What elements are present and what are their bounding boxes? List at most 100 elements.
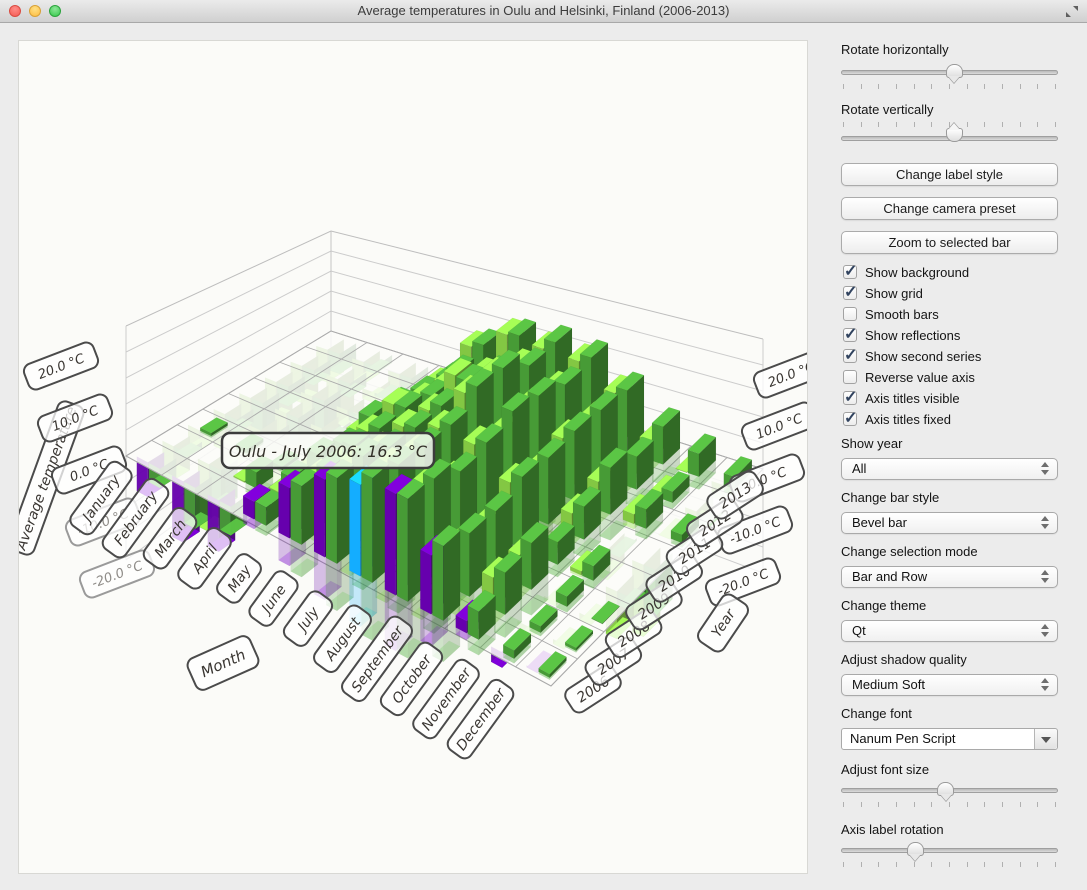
tick-mark xyxy=(878,122,879,127)
show-year-label: Show year xyxy=(841,436,1058,451)
bar-chart-3d[interactable]: Average temperature20.0 °C10.0 °C0.0 °C-… xyxy=(19,41,807,873)
checkbox-label: Axis titles fixed xyxy=(865,412,951,427)
bar-style-select[interactable]: Bevel bar xyxy=(841,512,1058,534)
slider-handle[interactable] xyxy=(907,842,924,856)
theme-select[interactable]: Qt xyxy=(841,620,1058,642)
shadow-quality-select[interactable]: Medium Soft xyxy=(841,674,1058,696)
tick-mark xyxy=(914,802,915,807)
value-axis-label-left: 20.0 °C xyxy=(22,340,101,392)
select-arrows-icon xyxy=(1041,678,1050,691)
zoom-to-selected-bar-button[interactable]: Zoom to selected bar xyxy=(841,231,1058,254)
checkbox-show-grid[interactable]: Show grid xyxy=(843,284,923,302)
change-theme-label: Change theme xyxy=(841,598,1058,613)
tick-mark xyxy=(1037,862,1038,867)
fullscreen-icon[interactable] xyxy=(1065,5,1079,23)
checkbox-axis-titles-fixed[interactable]: Axis titles fixed xyxy=(843,410,951,428)
slider-ticks xyxy=(843,84,1056,89)
select-value: All xyxy=(852,461,866,476)
tick-mark xyxy=(1055,84,1056,89)
tick-mark xyxy=(896,862,897,867)
tick-mark xyxy=(843,84,844,89)
rotate-horizontal-label: Rotate horizontally xyxy=(841,42,1058,57)
checkbox-box[interactable] xyxy=(843,412,857,426)
checkbox-label: Show grid xyxy=(865,286,923,301)
tick-mark xyxy=(967,862,968,867)
tick-mark xyxy=(861,802,862,807)
selection-mode-select[interactable]: Bar and Row xyxy=(841,566,1058,588)
tick-mark xyxy=(931,84,932,89)
checkbox-show-reflections[interactable]: Show reflections xyxy=(843,326,960,344)
checkbox-box[interactable] xyxy=(843,265,857,279)
tick-mark xyxy=(861,122,862,127)
select-value: Bar and Row xyxy=(852,569,927,584)
svg-text:Oulu - July 2006: 16.3 °C: Oulu - July 2006: 16.3 °C xyxy=(229,442,428,461)
tick-mark xyxy=(931,802,932,807)
control-panel: Rotate horizontally Rotate vertically Ch… xyxy=(841,0,1058,890)
app-window: Average temperatures in Oulu and Helsink… xyxy=(0,0,1087,890)
checkbox-box[interactable] xyxy=(843,307,857,321)
value-axis-label-right: -20.0 °C xyxy=(704,556,783,608)
select-arrows-icon xyxy=(1041,516,1050,529)
tick-mark xyxy=(931,862,932,867)
combobox-value: Nanum Pen Script xyxy=(850,731,956,746)
slider-handle[interactable] xyxy=(937,782,954,796)
tick-mark xyxy=(843,802,844,807)
checkbox-show-second-series[interactable]: Show second series xyxy=(843,347,981,365)
tick-mark xyxy=(878,84,879,89)
checkbox-label: Reverse value axis xyxy=(865,370,975,385)
checkbox-reverse-value-axis[interactable]: Reverse value axis xyxy=(843,368,975,386)
checkbox-smooth-bars[interactable]: Smooth bars xyxy=(843,305,939,323)
axis-label-rotation-slider[interactable] xyxy=(841,842,1058,876)
checkbox-box[interactable] xyxy=(843,328,857,342)
tick-mark xyxy=(984,862,985,867)
show-year-select[interactable]: All xyxy=(841,458,1058,480)
checkbox-axis-titles-visible[interactable]: Axis titles visible xyxy=(843,389,960,407)
chart-viewport[interactable]: Average temperature20.0 °C10.0 °C0.0 °C-… xyxy=(18,40,808,874)
tick-mark xyxy=(1037,84,1038,89)
tick-mark xyxy=(1020,802,1021,807)
month-axis-title: Month xyxy=(185,634,261,693)
tick-mark xyxy=(1020,84,1021,89)
tick-mark xyxy=(1055,862,1056,867)
rotate-vertical-label: Rotate vertically xyxy=(841,102,1058,117)
select-value: Medium Soft xyxy=(852,677,925,692)
tick-mark xyxy=(1002,122,1003,127)
checkbox-box[interactable] xyxy=(843,370,857,384)
tick-mark xyxy=(861,84,862,89)
select-arrows-icon xyxy=(1041,462,1050,475)
font-size-slider[interactable] xyxy=(841,782,1058,816)
tick-mark xyxy=(967,802,968,807)
checkbox-box[interactable] xyxy=(843,391,857,405)
slider-ticks xyxy=(843,862,1056,867)
year-axis-title: Year xyxy=(695,591,751,654)
slider-handle[interactable] xyxy=(946,128,963,142)
slider-ticks xyxy=(843,802,1056,807)
slider-handle[interactable] xyxy=(946,64,963,78)
checkbox-label: Show background xyxy=(865,265,969,280)
tick-mark xyxy=(1020,862,1021,867)
checkbox-show-background[interactable]: Show background xyxy=(843,263,969,281)
tick-mark xyxy=(984,84,985,89)
tick-mark xyxy=(1055,122,1056,127)
checkbox-box[interactable] xyxy=(843,286,857,300)
change-camera-preset-button[interactable]: Change camera preset xyxy=(841,197,1058,220)
combobox-dropdown-icon[interactable] xyxy=(1034,729,1057,749)
checkbox-box[interactable] xyxy=(843,349,857,363)
tick-mark xyxy=(1037,802,1038,807)
tick-mark xyxy=(949,862,950,867)
change-label-style-button[interactable]: Change label style xyxy=(841,163,1058,186)
checkbox-label: Show reflections xyxy=(865,328,960,343)
font-combobox[interactable]: Nanum Pen Script xyxy=(841,728,1058,750)
tick-mark xyxy=(967,84,968,89)
rotate-vertical-slider[interactable] xyxy=(841,120,1058,154)
tick-mark xyxy=(914,862,915,867)
slider-groove xyxy=(841,848,1058,853)
tick-mark xyxy=(843,122,844,127)
tick-mark xyxy=(984,122,985,127)
tick-mark xyxy=(914,84,915,89)
axis-label-rotation-label: Axis label rotation xyxy=(841,822,1058,837)
change-font-label: Change font xyxy=(841,706,1058,721)
value-axis-label-right: 20.0 °C xyxy=(752,348,807,400)
tick-mark xyxy=(1002,802,1003,807)
rotate-horizontal-slider[interactable] xyxy=(841,64,1058,98)
